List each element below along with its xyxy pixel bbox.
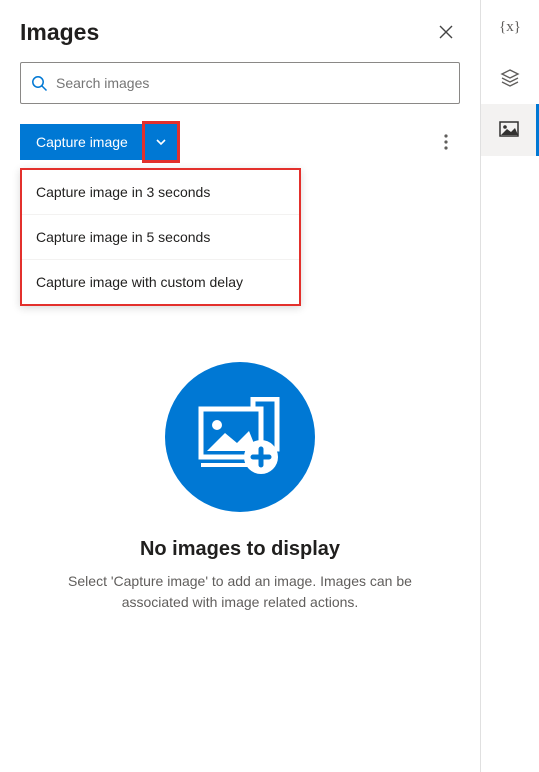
capture-split-button: Capture image — [20, 124, 177, 160]
layers-icon — [500, 68, 520, 88]
search-box[interactable] — [20, 62, 460, 104]
capture-image-button[interactable]: Capture image — [20, 124, 144, 160]
svg-text:{x}: {x} — [499, 19, 521, 35]
images-panel: Images Capture image Capture image in 3 … — [0, 0, 481, 772]
rail-images-button[interactable] — [481, 104, 539, 156]
empty-state-description: Select 'Capture image' to add an image. … — [50, 571, 430, 613]
search-icon — [31, 75, 48, 92]
dropdown-item-3s[interactable]: Capture image in 3 seconds — [22, 170, 299, 215]
rail-variables-button[interactable]: {x} — [481, 0, 539, 52]
capture-dropdown-toggle[interactable] — [145, 124, 177, 160]
panel-header: Images — [20, 18, 460, 46]
empty-state-illustration — [165, 362, 315, 512]
variables-icon: {x} — [499, 15, 521, 37]
rail-layers-button[interactable] — [481, 52, 539, 104]
chevron-down-icon — [155, 136, 167, 148]
image-icon — [499, 121, 519, 139]
capture-dropdown-menu: Capture image in 3 seconds Capture image… — [20, 168, 301, 306]
more-options-button[interactable] — [432, 128, 460, 156]
image-add-icon — [195, 397, 285, 477]
dropdown-item-5s[interactable]: Capture image in 5 seconds — [22, 215, 299, 260]
more-vertical-icon — [444, 134, 448, 150]
search-input[interactable] — [56, 63, 449, 103]
close-icon — [439, 25, 453, 39]
dropdown-item-custom[interactable]: Capture image with custom delay — [22, 260, 299, 304]
side-rail: {x} — [481, 0, 539, 772]
close-button[interactable] — [432, 18, 460, 46]
page-title: Images — [20, 19, 99, 46]
empty-state-title: No images to display — [140, 538, 340, 561]
toolbar: Capture image Capture image in 3 seconds… — [20, 124, 460, 160]
